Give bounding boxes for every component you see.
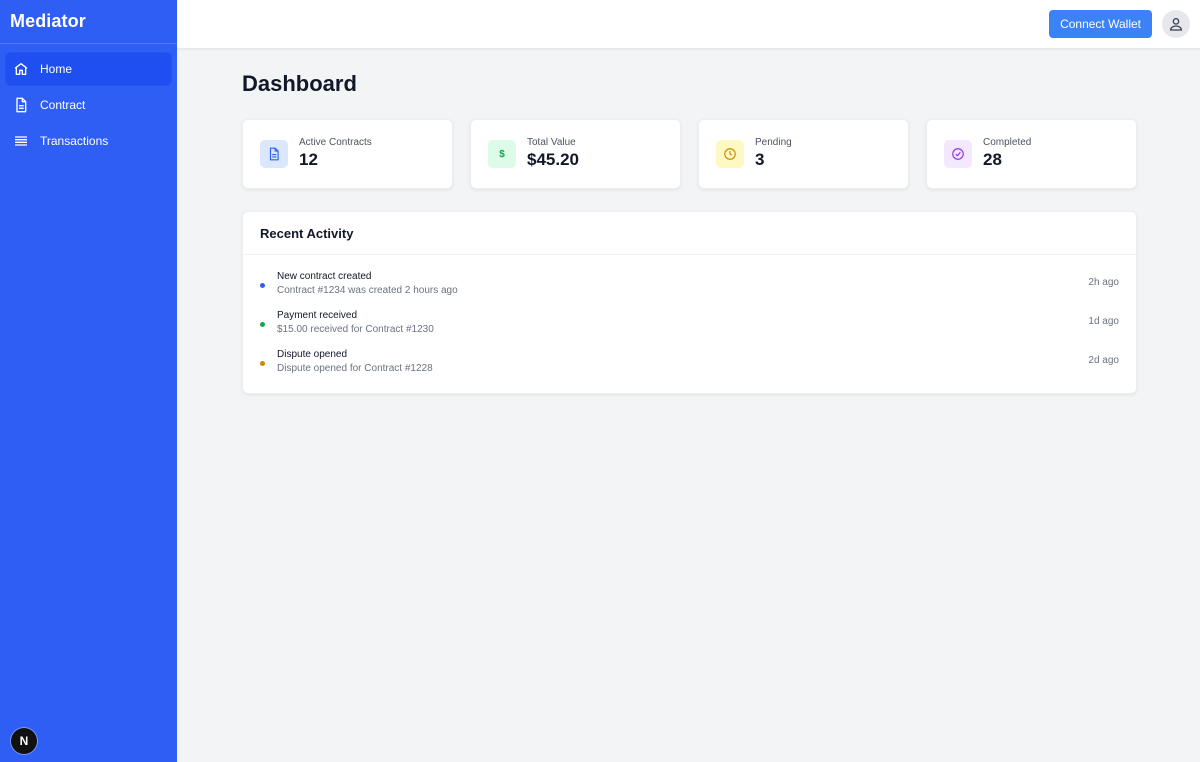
stat-label: Pending <box>755 136 792 148</box>
sidebar-item-contract[interactable]: Contract <box>5 88 172 122</box>
document-icon <box>260 140 288 168</box>
activity-list: New contract created Contract #1234 was … <box>243 255 1136 388</box>
clock-icon <box>716 140 744 168</box>
sidebar-item-label: Contract <box>40 98 86 112</box>
connect-wallet-button[interactable]: Connect Wallet <box>1049 10 1152 38</box>
stat-label: Active Contracts <box>299 136 372 148</box>
activity-title: Dispute opened <box>277 349 348 360</box>
list-item[interactable]: Payment received $15.00 received for Con… <box>243 310 1136 349</box>
sidebar-nav: Home Contract Transactions <box>0 44 177 158</box>
stat-value: $45.20 <box>527 149 579 169</box>
stat-card-total-value: $ Total Value $45.20 <box>470 119 681 189</box>
sidebar-item-home[interactable]: Home <box>5 52 172 86</box>
main-content: Dashboard Active Contracts 12 $ Total Va… <box>242 49 1137 394</box>
stat-card-completed: Completed 28 <box>926 119 1137 189</box>
activity-time: 1d ago <box>1088 316 1119 327</box>
recent-activity-title: Recent Activity <box>243 212 1136 255</box>
topbar: Connect Wallet <box>177 0 1200 49</box>
stat-value: 12 <box>299 149 318 169</box>
list-icon <box>13 133 29 149</box>
dollar-icon: $ <box>488 140 516 168</box>
sidebar: Mediator Home Contract Transactions N <box>0 0 177 762</box>
list-item[interactable]: Dispute opened Dispute opened for Contra… <box>243 349 1136 388</box>
activity-title: Payment received <box>277 310 358 321</box>
stat-label: Total Value <box>527 136 576 148</box>
recent-activity-panel: Recent Activity New contract created Con… <box>242 211 1137 394</box>
activity-description: $15.00 received for Contract #1230 <box>277 324 434 335</box>
activity-time: 2h ago <box>1088 277 1119 288</box>
activity-description: Contract #1234 was created 2 hours ago <box>277 285 458 296</box>
status-dot <box>260 322 265 327</box>
stat-card-pending: Pending 3 <box>698 119 909 189</box>
status-dot <box>260 361 265 366</box>
avatar[interactable] <box>1162 10 1190 38</box>
page-title: Dashboard <box>242 71 357 96</box>
activity-title: New contract created <box>277 271 372 282</box>
stat-card-active-contracts: Active Contracts 12 <box>242 119 453 189</box>
brand-logo[interactable]: Mediator <box>0 0 177 44</box>
stat-label: Completed <box>983 136 1032 148</box>
status-dot <box>260 283 265 288</box>
check-circle-icon <box>944 140 972 168</box>
sidebar-item-label: Transactions <box>40 134 109 148</box>
list-item[interactable]: New contract created Contract #1234 was … <box>243 271 1136 310</box>
sidebar-item-label: Home <box>40 62 73 76</box>
activity-description: Dispute opened for Contract #1228 <box>277 363 433 374</box>
home-icon <box>13 61 29 77</box>
stat-value: 3 <box>755 149 765 169</box>
stats-row: Active Contracts 12 $ Total Value $45.20… <box>242 119 1137 189</box>
document-icon <box>13 97 29 113</box>
user-icon <box>1169 18 1183 31</box>
sidebar-item-transactions[interactable]: Transactions <box>5 124 172 158</box>
next-badge-icon[interactable]: N <box>11 728 37 754</box>
stat-value: 28 <box>983 149 1002 169</box>
activity-time: 2d ago <box>1088 355 1119 366</box>
